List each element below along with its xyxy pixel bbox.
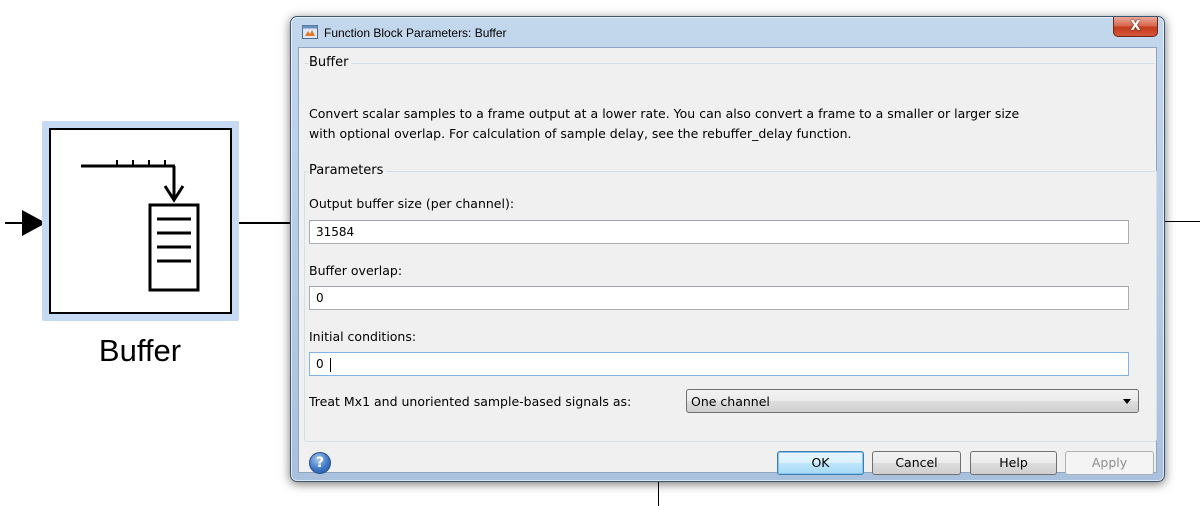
help-icon[interactable]: ?: [309, 452, 331, 474]
initial-conditions-label: Initial conditions:: [309, 329, 417, 344]
dialog-client-area: Buffer Convert scalar samples to a frame…: [298, 47, 1157, 475]
initial-conditions-field[interactable]: [309, 352, 1129, 376]
close-button[interactable]: X: [1113, 17, 1158, 37]
buffer-overlap-label: Buffer overlap:: [309, 263, 403, 278]
output-signal-line: [232, 222, 292, 224]
help-button[interactable]: Help: [970, 451, 1057, 475]
buffer-block[interactable]: [49, 128, 232, 314]
block-label: Buffer: [98, 333, 182, 368]
group-divider: [304, 63, 1155, 64]
window-title: Function Block Parameters: Buffer: [324, 26, 507, 40]
title-bar[interactable]: Function Block Parameters: Buffer X: [291, 17, 1164, 47]
treat-mx1-select[interactable]: One channel: [686, 389, 1139, 413]
block-description: Convert scalar samples to a frame output…: [309, 104, 1129, 144]
ok-button[interactable]: OK: [777, 451, 864, 475]
dropdown-arrow-icon: [1123, 399, 1131, 404]
close-icon: X: [1130, 19, 1141, 34]
section-title-parameters: Parameters: [309, 163, 387, 178]
app-icon: [302, 25, 318, 39]
initial-conditions-input[interactable]: [310, 353, 1128, 375]
treat-mx1-value: One channel: [691, 394, 770, 409]
apply-button[interactable]: Apply: [1065, 451, 1154, 475]
buffer-overlap-field[interactable]: [309, 286, 1129, 310]
right-signal-line: [1164, 221, 1200, 222]
output-buffer-size-field[interactable]: [309, 220, 1129, 244]
cancel-button[interactable]: Cancel: [872, 451, 961, 475]
output-buffer-size-input[interactable]: [310, 221, 1128, 243]
output-buffer-size-label: Output buffer size (per channel):: [309, 196, 515, 211]
description-line: with optional overlap. For calculation o…: [309, 126, 852, 141]
bottom-signal-line: [658, 481, 659, 506]
description-line: Convert scalar samples to a frame output…: [309, 106, 1020, 121]
text-caret: [330, 358, 331, 372]
buffer-block-icon: [81, 160, 200, 292]
function-block-parameters-dialog: Function Block Parameters: Buffer X Buff…: [290, 16, 1165, 482]
buffer-overlap-input[interactable]: [310, 287, 1128, 309]
section-title-buffer: Buffer: [309, 55, 352, 70]
group-divider: [304, 171, 1155, 172]
treat-mx1-label: Treat Mx1 and unoriented sample-based si…: [309, 394, 632, 409]
